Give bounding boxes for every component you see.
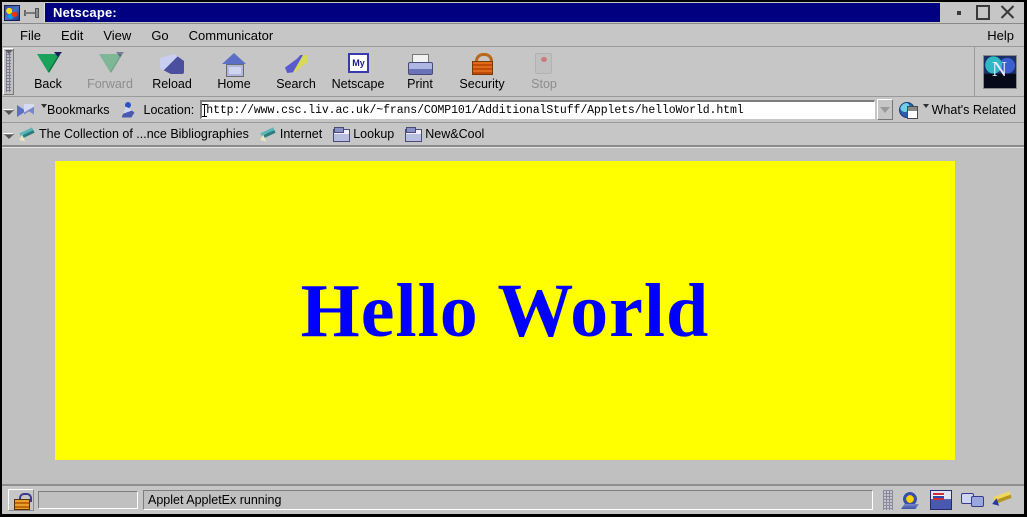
status-message: Applet AppletEx running: [143, 490, 873, 510]
search-button-label: Search: [276, 77, 316, 91]
status-bar: Applet AppletEx running: [2, 484, 1024, 514]
menu-item-view[interactable]: View: [93, 26, 141, 45]
security-unlocked-padlock-icon[interactable]: [8, 489, 34, 511]
navigation-toolbar: Back Forward Reload Home Search My Netsc…: [2, 47, 1024, 97]
reload-icon: [158, 52, 186, 76]
chevron-down-icon: [879, 106, 890, 113]
bookmark-pencil-icon: [260, 127, 276, 141]
stop-button[interactable]: Stop: [513, 50, 575, 91]
bookmark-label: Lookup: [353, 127, 395, 141]
my-netscape-badge-label: My: [348, 53, 369, 73]
netscape-app-icon[interactable]: [4, 4, 20, 21]
security-button[interactable]: Security: [451, 50, 513, 91]
url-input[interactable]: http://www.csc.liv.ac.uk/~frans/COMP101/…: [200, 100, 875, 119]
bookmark-collection-of-cs-bibliographies[interactable]: The Collection of ...nce Bibliographies: [17, 127, 258, 141]
url-history-dropdown-button[interactable]: [876, 99, 893, 120]
navigation-toolbar-grip[interactable]: [3, 48, 14, 95]
window-pin-icon[interactable]: [24, 6, 41, 20]
bookmark-folder-lookup[interactable]: Lookup: [331, 127, 403, 142]
bookmark-folder-new-and-cool[interactable]: New&Cool: [403, 127, 493, 142]
netscape-n-logo-icon: N: [982, 54, 1017, 89]
mailbox-icon[interactable]: [930, 490, 952, 510]
bookmarks-button-label[interactable]: Bookmarks: [47, 103, 110, 117]
menu-item-communicator[interactable]: Communicator: [179, 26, 284, 45]
home-icon: [220, 52, 248, 77]
bookmark-internet[interactable]: Internet: [258, 127, 331, 141]
location-label: Location:: [143, 102, 195, 117]
window-title: Netscape:: [44, 3, 940, 22]
home-button[interactable]: Home: [203, 50, 265, 91]
personal-toolbar: The Collection of ...nce Bibliographies …: [2, 123, 1024, 147]
resize-grip-icon[interactable]: [883, 490, 893, 510]
discussions-icon[interactable]: [961, 490, 984, 510]
location-toolbar: Bookmarks Location: http://www.csc.liv.a…: [2, 97, 1024, 123]
whats-related-chevron-down-icon: [922, 104, 929, 108]
window-controls: [940, 2, 1024, 23]
whats-related-button[interactable]: What's Related: [895, 101, 1024, 119]
title-bar: Netscape:: [2, 2, 1024, 24]
applet-hello-world-text: Hello World: [300, 268, 710, 353]
bookmark-label: The Collection of ...nce Bibliographies: [39, 127, 249, 141]
folder-icon: [333, 127, 351, 142]
globe-document-icon: [898, 101, 918, 119]
component-bar: [899, 490, 1022, 510]
bookmark-label: New&Cool: [425, 127, 485, 141]
netscape-button-label: Netscape: [331, 77, 385, 91]
stop-button-label: Stop: [531, 77, 557, 91]
title-bar-left-icons: [2, 2, 44, 23]
bookmark-ribbon-icon[interactable]: [17, 102, 36, 118]
reload-button[interactable]: Reload: [141, 50, 203, 91]
back-button-label: Back: [34, 77, 62, 91]
print-button-label: Print: [407, 77, 433, 91]
search-button[interactable]: Search: [265, 50, 327, 91]
menu-item-file[interactable]: File: [10, 26, 51, 45]
menu-item-go[interactable]: Go: [141, 26, 178, 45]
folder-icon: [405, 127, 423, 142]
navigator-icon[interactable]: [899, 490, 921, 510]
netscape-logo-button[interactable]: N: [974, 47, 1024, 96]
navigation-buttons: Back Forward Reload Home Search My Netsc…: [17, 47, 974, 96]
printer-icon: [406, 52, 434, 76]
home-button-label: Home: [217, 77, 251, 91]
security-button-label: Security: [459, 77, 505, 91]
maximize-button[interactable]: [976, 6, 990, 20]
padlock-icon: [468, 52, 496, 76]
location-pointer-icon[interactable]: [122, 101, 138, 119]
personal-toolbar-grip[interactable]: [3, 133, 14, 139]
bookmark-pencil-icon: [19, 127, 35, 141]
forward-button-label: Forward: [87, 77, 133, 91]
menu-bar: File Edit View Go Communicator Help: [2, 24, 1024, 47]
forward-button[interactable]: Forward: [79, 50, 141, 91]
menu-item-edit[interactable]: Edit: [51, 26, 93, 45]
netscape-browser-window: Netscape: File Edit View Go Communicator…: [0, 0, 1027, 517]
stop-sign-icon: [530, 52, 558, 76]
minimize-button[interactable]: [952, 6, 966, 20]
my-netscape-icon: My: [344, 52, 372, 76]
forward-arrow-icon: [96, 52, 124, 76]
whats-related-label: What's Related: [931, 102, 1016, 117]
menu-item-help[interactable]: Help: [987, 28, 1014, 43]
bookmark-label: Internet: [279, 127, 323, 141]
location-toolbar-grip[interactable]: [3, 108, 14, 115]
page-content-area: Hello World: [2, 147, 1024, 484]
page-load-progress-bar: [38, 491, 138, 509]
reload-button-label: Reload: [152, 77, 192, 91]
back-button[interactable]: Back: [17, 50, 79, 91]
composer-icon[interactable]: [992, 490, 1014, 510]
my-netscape-button[interactable]: My Netscape: [327, 50, 389, 91]
close-button[interactable]: [1000, 5, 1015, 20]
print-button[interactable]: Print: [389, 50, 451, 91]
url-text: http://www.csc.liv.ac.uk/~frans/COMP101/…: [206, 103, 744, 117]
back-arrow-icon: [34, 52, 62, 76]
search-icon: [282, 52, 310, 76]
text-caret: [202, 103, 208, 117]
java-applet-canvas[interactable]: Hello World: [55, 161, 955, 460]
